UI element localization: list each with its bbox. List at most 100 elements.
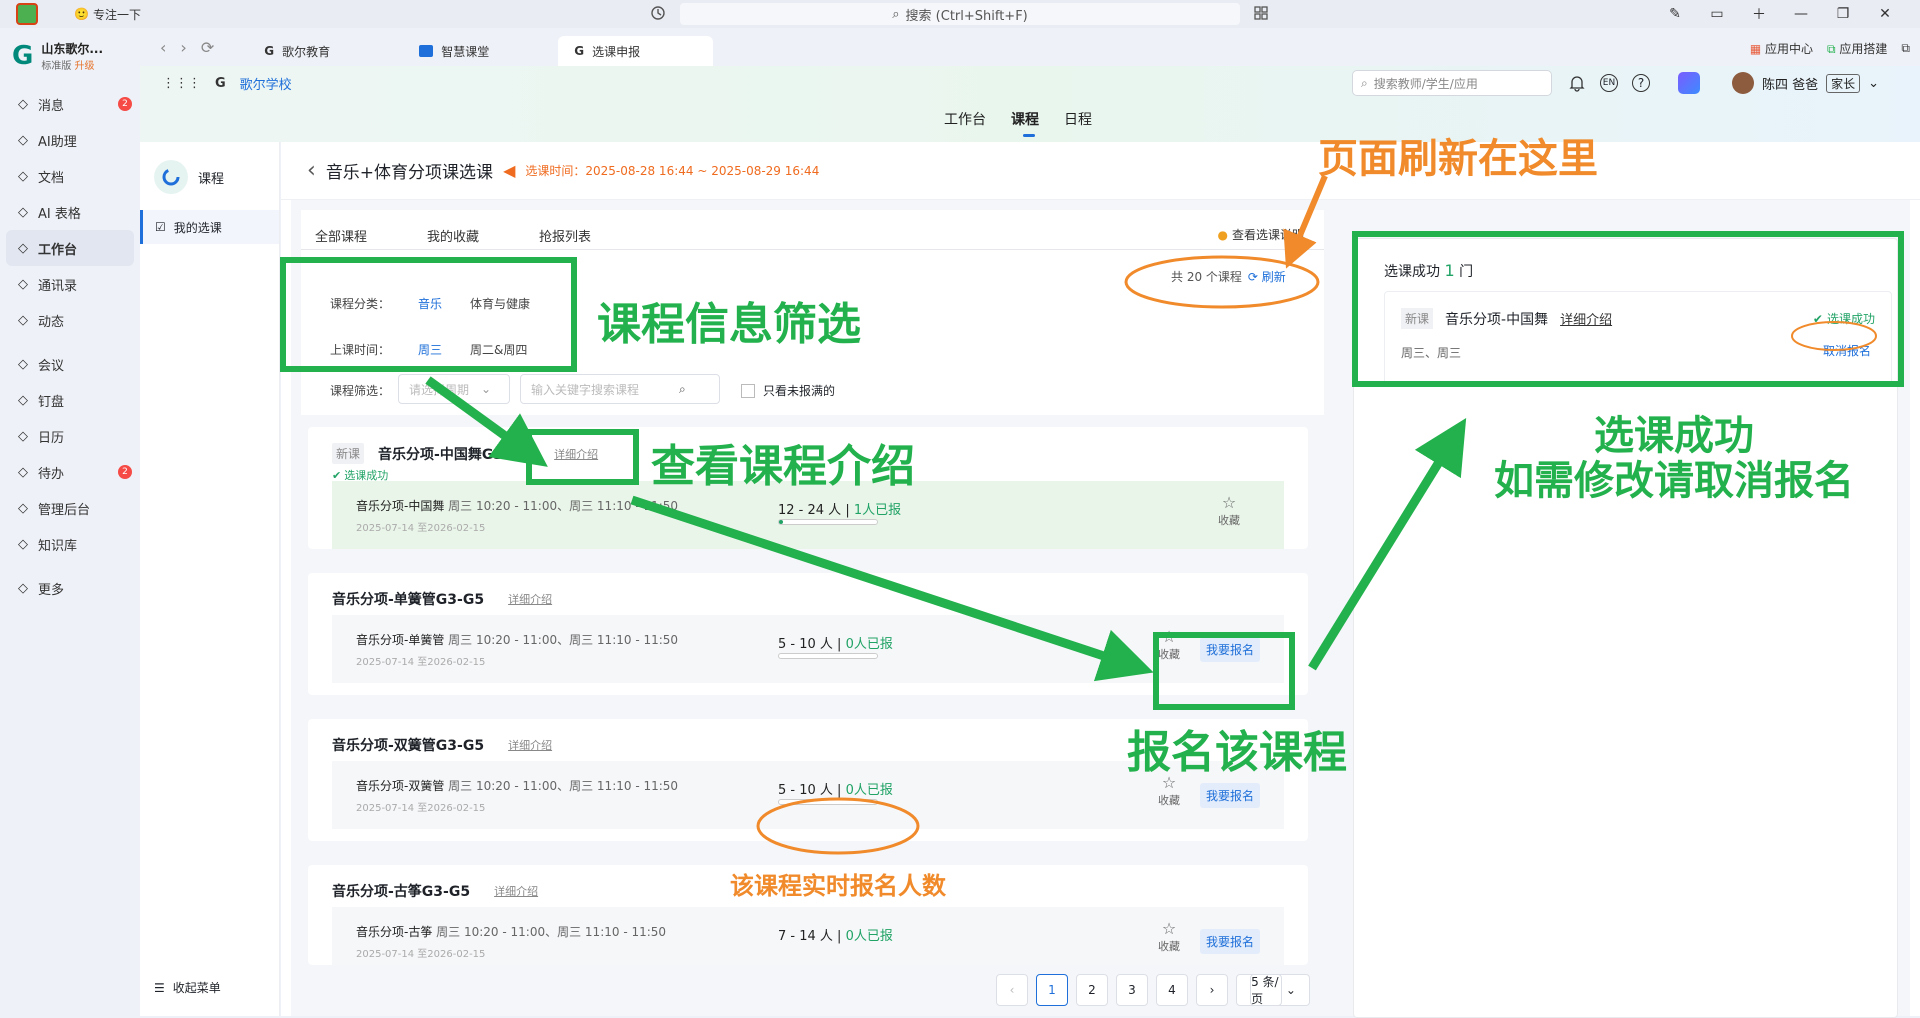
close-icon[interactable]: ✕: [1864, 0, 1906, 28]
sidebar-item-13[interactable]: ◇ 更多: [6, 570, 134, 606]
workspace-grid-icon[interactable]: [1253, 5, 1269, 21]
page-1[interactable]: 1: [1036, 974, 1068, 1006]
focus-status[interactable]: 🙂 专注一下: [74, 6, 141, 23]
page-3[interactable]: 3: [1116, 974, 1148, 1006]
menu-workbench[interactable]: 工作台: [944, 109, 986, 129]
course-title: 音乐分项-单簧管G3-G5: [332, 592, 485, 608]
menu-courses[interactable]: 课程: [1011, 109, 1039, 137]
prev-page-button[interactable]: ‹: [996, 974, 1028, 1006]
page-size-select[interactable]: 5 条/页 ⌄: [1236, 974, 1310, 1006]
org-name: 山东歌尔...: [41, 42, 104, 56]
minimize-icon[interactable]: —: [1780, 0, 1822, 28]
my-courses-menu[interactable]: ☑ 我的选课: [140, 210, 279, 244]
filter-pe[interactable]: 体育与健康: [470, 295, 530, 312]
org-edition: 标准版 升级: [41, 61, 95, 72]
apps-grid-icon[interactable]: ⋮⋮⋮: [162, 76, 201, 91]
favorite-button[interactable]: ☆ 收藏: [1154, 627, 1184, 662]
enroll-button[interactable]: 我要报名: [1199, 929, 1260, 954]
chevron-down-icon[interactable]: ⌄: [1868, 76, 1879, 91]
detail-link[interactable]: 详细介绍: [554, 446, 598, 462]
only-unfull-checkbox[interactable]: 只看未报满的: [741, 382, 835, 399]
new-icon[interactable]: ＋: [1738, 0, 1780, 28]
keyword-input[interactable]: 输入关键字搜索课程 ⌕: [520, 374, 720, 404]
external-icon[interactable]: ⧉: [1901, 41, 1910, 56]
tab-all-courses[interactable]: 全部课程: [315, 226, 368, 261]
filter-tue-thu[interactable]: 周二&周四: [470, 341, 527, 358]
main-sidebar: G 山东歌尔... 标准版 升级 ◇ 消息 2 ◇ AI助理 ◇ 文档 ◇ AI 表格 ◇ 工作台 ◇…: [0, 28, 140, 1016]
tab-rush-list[interactable]: 抢报列表: [539, 226, 591, 249]
content-area: 全部课程 我的收藏 抢报列表 ● 查看选课说明 课程分类： 音乐 体育与健康 上课…: [291, 200, 1910, 1018]
sidebar-item-1[interactable]: ◇ AI助理: [6, 122, 134, 158]
maximize-icon[interactable]: ❐: [1822, 0, 1864, 28]
sidebar-item-5[interactable]: ◇ 通讯录: [6, 266, 134, 302]
school-switcher[interactable]: ⋮⋮⋮ G 歌尔学校: [162, 74, 292, 93]
app-build-button[interactable]: ⧉ 应用搭建: [1827, 40, 1887, 57]
menu-schedule[interactable]: 日程: [1064, 109, 1092, 129]
global-search[interactable]: ⌕ 搜索 (Ctrl+Shift+F): [680, 3, 1240, 25]
favorite-button[interactable]: ☆ 收藏: [1154, 919, 1184, 954]
info-icon: ●: [1217, 227, 1228, 242]
app-search-input[interactable]: ⌕ 搜索教师/学生/应用: [1352, 70, 1552, 96]
favorite-button[interactable]: ☆ 收藏: [1214, 493, 1244, 528]
tab-course-selection[interactable]: G 选课申报: [558, 36, 714, 66]
sidebar-item-0[interactable]: ◇ 消息 2: [6, 86, 134, 122]
app-center-button[interactable]: ▦ 应用中心: [1750, 40, 1813, 57]
sidebar-item-3[interactable]: ◇ AI 表格: [6, 194, 134, 230]
tab-my-favorites[interactable]: 我的收藏: [427, 226, 479, 249]
sidebar-item-2[interactable]: ◇ 文档: [6, 158, 134, 194]
filter-wed[interactable]: 周三: [418, 341, 442, 358]
app-header: ⋮⋮⋮ G 歌尔学校 工作台 课程 日程 ⌕ 搜索教师/学生/应用 EN ? 陈…: [140, 66, 1920, 142]
filter-music[interactable]: 音乐: [418, 295, 442, 312]
chevron-down-icon: ⌄: [481, 382, 492, 396]
drive-icon: ◇: [18, 392, 28, 408]
sidebar-item-11[interactable]: ◇ 管理后台: [6, 490, 134, 526]
user-menu[interactable]: 陈四 爸爸 家长 ⌄: [1732, 72, 1879, 94]
bell-icon[interactable]: [1568, 74, 1586, 92]
collapse-menu-button[interactable]: ☰ 收起菜单: [154, 979, 221, 996]
detail-link[interactable]: 详细介绍: [1560, 309, 1612, 328]
tab-goer-education[interactable]: G 歌尔教育: [248, 36, 403, 66]
magic-icon[interactable]: ✎: [1654, 0, 1696, 28]
app-build-icon: ⧉: [1827, 42, 1836, 56]
back-arrow-icon[interactable]: ‹: [307, 158, 316, 183]
sidebar-item-7[interactable]: ◇ 会议: [6, 346, 134, 382]
sidebar-item-12[interactable]: ◇ 知识库: [6, 526, 134, 562]
history-icon[interactable]: [650, 5, 666, 21]
enroll-button[interactable]: 我要报名: [1199, 637, 1260, 662]
course-tabs: 全部课程 我的收藏 抢报列表 ● 查看选课说明: [301, 210, 1324, 261]
sidebar-item-9[interactable]: ◇ 日历: [6, 418, 134, 454]
detail-link[interactable]: 详细介绍: [508, 737, 552, 753]
help-link[interactable]: ● 查看选课说明: [1218, 226, 1305, 243]
language-icon[interactable]: EN: [1600, 74, 1618, 92]
favorite-button[interactable]: ☆ 收藏: [1154, 773, 1184, 808]
header-icons: EN ?: [1568, 72, 1700, 94]
ai-icon[interactable]: [1678, 72, 1700, 94]
sidebar-item-8[interactable]: ◇ 钉盘: [6, 382, 134, 418]
feedback-icon[interactable]: ▭: [1696, 0, 1738, 28]
back-icon[interactable]: ‹: [160, 38, 166, 57]
next-page-button[interactable]: ›: [1196, 974, 1228, 1006]
enroll-button[interactable]: 我要报名: [1199, 783, 1260, 808]
detail-link[interactable]: 详细介绍: [508, 591, 552, 607]
cycle-select[interactable]: 请选择周期 ⌄: [398, 374, 510, 404]
forward-icon[interactable]: ›: [180, 38, 186, 57]
org-switcher[interactable]: G 山东歌尔... 标准版 升级: [0, 28, 140, 86]
page-2[interactable]: 2: [1076, 974, 1108, 1006]
new-tag: 新课: [332, 443, 365, 464]
sidebar-item-4[interactable]: ◇ 工作台: [6, 230, 134, 266]
star-icon: ☆: [1221, 493, 1237, 512]
cancel-enroll-button[interactable]: 取消报名: [1823, 342, 1871, 359]
app-menu: 工作台 课程 日程: [944, 109, 1092, 137]
app-center-icon: ▦: [1749, 42, 1762, 56]
checkbox[interactable]: [741, 383, 755, 398]
reload-icon[interactable]: ⟳: [201, 38, 214, 57]
tab-smart-classroom[interactable]: 智慧课堂: [403, 36, 558, 66]
sidebar-item-6[interactable]: ◇ 动态: [6, 302, 134, 338]
detail-link[interactable]: 详细介绍: [494, 883, 538, 899]
sidebar-item-10[interactable]: ◇ 待办 2: [6, 454, 134, 490]
avatar: [1732, 72, 1754, 94]
help-icon[interactable]: ?: [1632, 74, 1650, 92]
page-4[interactable]: 4: [1156, 974, 1188, 1006]
refresh-button[interactable]: ⟳ 刷新: [1248, 268, 1286, 285]
search-icon: ⌕: [679, 381, 686, 396]
